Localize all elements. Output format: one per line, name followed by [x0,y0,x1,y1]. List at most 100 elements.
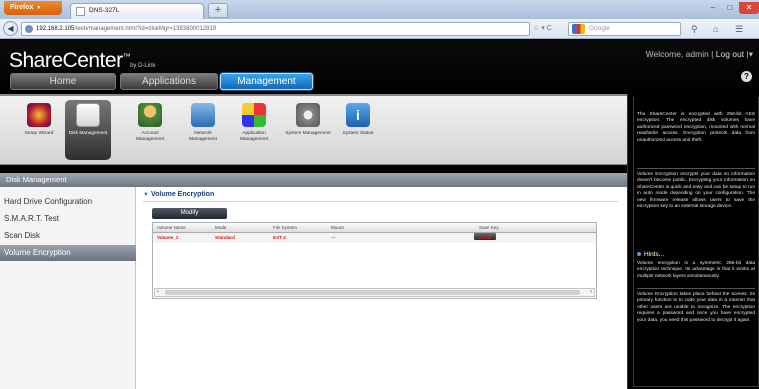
home-icon[interactable]: ⌂ [713,23,718,35]
trademark-icon: ™ [122,52,131,61]
chevron-down-icon: ▼ [36,5,42,11]
help-info-panel: The ShareCenter is encrypted with 256-bi… [627,94,759,389]
tab-applications[interactable]: Applications [120,73,218,90]
search-magnifier-icon[interactable]: ⚲ [691,23,698,35]
scroll-left-icon[interactable]: ‹ [157,288,159,296]
network-icon [191,103,215,127]
url-host: 192.168.2.105 [36,26,75,32]
dropdown-icon: ▾ [541,25,545,32]
section-title[interactable]: ▼ Volume Encryption [143,191,214,198]
brand-name: ShareCenter [9,49,123,72]
firefox-menu-label: Firefox [10,4,34,11]
toolbar-label: Application Management [240,131,268,142]
user-icon [138,103,162,127]
save-key-button[interactable]: SAVE [474,233,496,240]
collapse-arrow-icon: ▼ [143,192,149,198]
info-paragraph-3: Volume encryption is a symmetric 256-bit… [637,261,755,279]
section-divider [143,201,618,202]
toolbar-account-management[interactable]: Account Management [127,100,173,160]
toolbar-label: System Status [342,131,374,136]
section-title-text: Volume Encryption [150,191,215,198]
toolbar-application-management[interactable]: Application Management [231,100,277,160]
url-bar[interactable]: 192.168.2.105/web/management.html?id=dis… [21,22,530,36]
toolbar-label: Network Management [189,131,217,142]
left-item-scan-disk[interactable]: Scan Disk [0,228,136,244]
toolbar-setup-wizard[interactable]: Setup Wizard [16,100,62,160]
cell-file-system: EXT 4 [273,235,286,240]
info-divider [637,168,755,169]
app-header: ShareCenter™ by D-Link Welcome, admin | L… [0,40,759,94]
bullet-icon [637,252,641,257]
toolbar-disk-management[interactable]: Disk Management [65,100,111,160]
reload-icon: C [546,25,552,32]
col-volume-name[interactable]: Volume Name [157,223,186,233]
google-logo-icon [572,24,585,34]
horizontal-scrollbar[interactable]: ‹ › [154,288,595,297]
col-file-system[interactable]: File System [273,223,297,233]
volume-table: Volume Name Mode File System Mount Save … [152,222,597,299]
cell-mode: Standard [215,235,235,240]
toolbar-label: Setup Wizard [24,131,54,136]
welcome-area: Welcome, admin | Log out |▾ [646,49,753,60]
col-mount[interactable]: Mount [331,223,344,233]
url-path: /web/management.html?id=diskMgr=13938000… [74,26,217,32]
browser-nav-bar: ◀ 192.168.2.105/web/management.html?id=d… [0,19,759,39]
hints-title: Hints... [644,251,665,258]
scroll-right-icon[interactable]: › [590,288,592,296]
page-favicon-icon [76,7,85,16]
back-button[interactable]: ◀ [3,21,18,36]
tab-management[interactable]: Management [220,73,313,90]
info-paragraph-1: The ShareCenter is encrypted with 256-bi… [637,112,755,143]
page: { "browser": { "menu_label": "Firefox", … [0,0,759,389]
info-divider [637,288,755,289]
welcome-text: Welcome, admin | [645,49,714,59]
left-nav: Hard Drive Configuration S.M.A.R.T. Test… [0,187,136,389]
brand-logo: ShareCenter™ by D-Link [9,49,155,73]
search-input[interactable]: Google [568,22,681,36]
toolbar-label: System Management [285,131,331,136]
help-icon[interactable]: ? [741,71,752,82]
col-save-key[interactable]: Save Key [479,223,499,233]
table-row[interactable]: Volume_1 Standard EXT 4 --- SAVE [153,233,596,243]
toolbar-system-management[interactable]: System Management [285,100,331,160]
cell-volume-name: Volume_1 [157,235,179,240]
management-toolbar: Setup Wizard Disk Management Account Man… [0,94,627,165]
table-header: Volume Name Mode File System Mount Save … [153,223,596,233]
toolbar-network-management[interactable]: Network Management [180,100,226,160]
maximize-button[interactable]: □ [722,2,738,14]
dropdown-icon[interactable]: |▾ [747,49,753,59]
tab-home[interactable]: Home [10,73,116,90]
star-icon: ☆ [533,25,540,32]
url-controls[interactable]: ☆ ▾ C [533,23,552,35]
firefox-menu-button[interactable]: Firefox ▼ [4,1,62,15]
col-mode[interactable]: Mode [215,223,227,233]
info-paragraph-4: Volume Encryption takes place behind the… [637,292,755,323]
disk-management-header: Disk Management [0,173,627,187]
cell-mount: --- [331,235,336,240]
tab-title: DNS-327L [89,7,120,14]
browser-tab[interactable]: DNS-327L [70,3,204,19]
hints-heading: Hints... [637,251,664,258]
logout-link[interactable]: Log out [716,49,744,59]
globe-icon [25,25,33,33]
search-placeholder: Google [589,25,610,32]
main-content: ▼ Volume Encryption Modify Volume Name Mo… [136,187,627,389]
apps-icon [242,103,266,127]
left-item-smart-test[interactable]: S.M.A.R.T. Test [0,211,136,227]
left-item-hard-drive-config[interactable]: Hard Drive Configuration [0,194,136,210]
info-icon: i [346,103,370,127]
scrollbar-thumb[interactable] [165,290,580,295]
new-tab-button[interactable]: + [208,3,228,18]
info-paragraph-2: Volume Encryption encrypts your data so … [637,172,755,210]
toolbar-system-status[interactable]: i System Status [335,100,381,160]
toolbar-label: Disk Management [68,131,108,136]
left-item-volume-encryption[interactable]: Volume Encryption [0,245,136,261]
browser-tab-bar: Firefox ▼ DNS-327L + – □ ✕ [0,0,759,19]
brand-by: by D-Link [130,63,156,69]
minimize-button[interactable]: – [705,2,721,14]
modify-button[interactable]: Modify [152,208,227,219]
close-window-button[interactable]: ✕ [739,2,759,14]
bookmarks-icon[interactable]: ☰ [735,23,743,35]
toolbar-label: Account Management [136,131,164,142]
wand-icon [27,103,51,127]
